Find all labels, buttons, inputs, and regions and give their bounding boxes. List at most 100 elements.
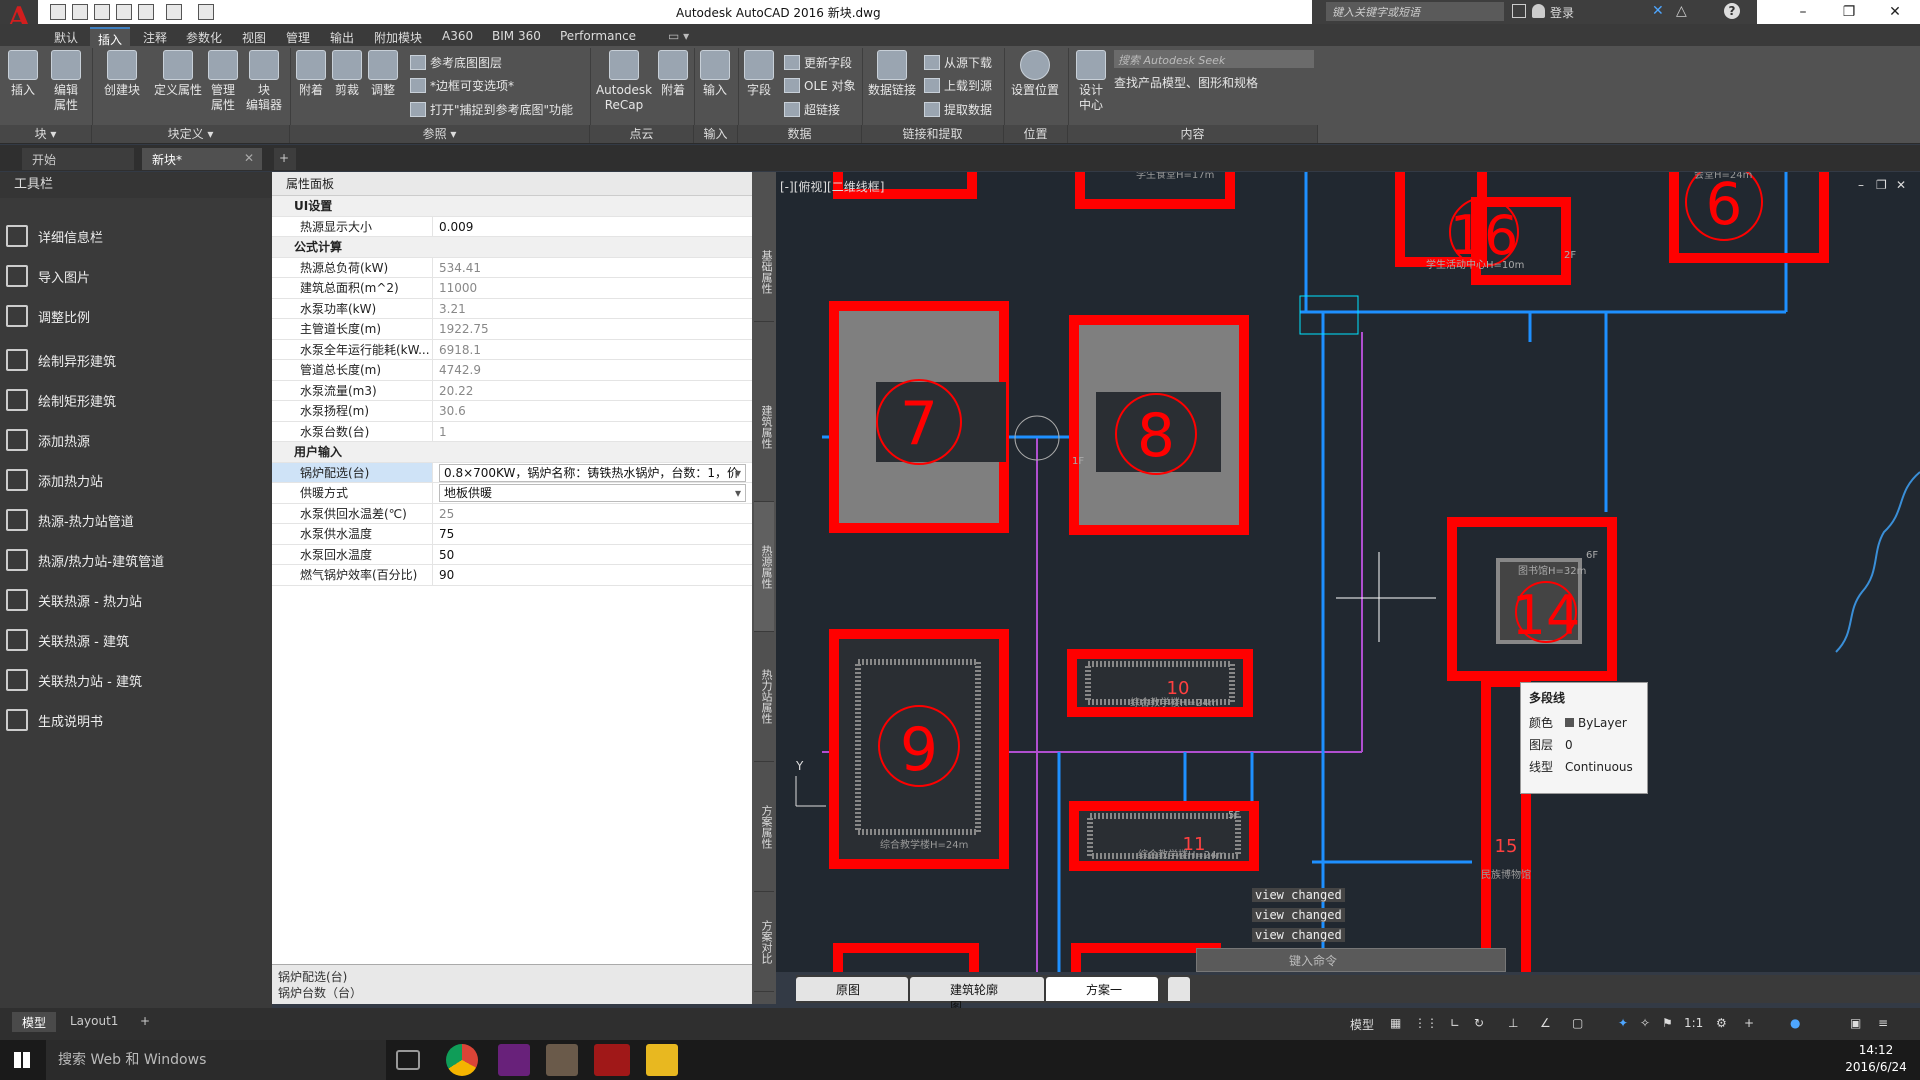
recap-button[interactable]: Autodesk ReCap bbox=[594, 50, 654, 113]
upload-source-button[interactable]: 上载到源 bbox=[924, 77, 992, 94]
tab-output[interactable]: 输出 bbox=[322, 27, 362, 46]
attach-pointcloud-button[interactable]: 附着 bbox=[656, 50, 690, 98]
data-link-button[interactable]: 数据链接 bbox=[866, 50, 918, 98]
autocad-taskbar-icon[interactable] bbox=[594, 1044, 630, 1076]
tool-add-heat-station[interactable]: 添加热力站 bbox=[0, 462, 270, 498]
underlay-layers-button[interactable]: 参考底图图层 bbox=[410, 54, 502, 71]
close-button[interactable]: ✕ bbox=[1872, 0, 1918, 24]
property-value[interactable]: 30.6 bbox=[432, 401, 752, 421]
snap-underlay-dropdown[interactable]: 打开"捕捉到参考底图"功能 bbox=[410, 101, 573, 118]
binoculars-icon[interactable] bbox=[1512, 4, 1526, 18]
property-row[interactable]: 水泵功率(kW) 3.21 bbox=[272, 298, 752, 319]
tab-layout1[interactable]: Layout1 bbox=[60, 1012, 128, 1032]
field-button[interactable]: 字段 bbox=[742, 50, 776, 98]
windows-start-icon[interactable] bbox=[14, 1052, 30, 1068]
taskbar-search-box[interactable]: 搜索 Web 和 Windows bbox=[46, 1040, 386, 1080]
redo-icon[interactable] bbox=[198, 4, 214, 20]
property-row[interactable]: 水泵流量(m3) 20.22 bbox=[272, 380, 752, 401]
command-line-input[interactable]: 键入命令 bbox=[1196, 948, 1506, 972]
customize-icon[interactable]: ≡ bbox=[1878, 1016, 1888, 1030]
property-value[interactable]: 11000 bbox=[432, 278, 752, 298]
property-row[interactable]: 管道总长度(m) 4742.9 bbox=[272, 360, 752, 381]
model-space-button[interactable]: 模型 bbox=[1350, 1016, 1374, 1033]
tool-source-station-pipe[interactable]: 热源-热力站管道 bbox=[0, 502, 270, 538]
property-row[interactable]: 水泵全年运行能耗(kW... 6918.1 bbox=[272, 339, 752, 360]
new-file-icon[interactable] bbox=[50, 4, 66, 20]
snap-icon[interactable]: ⋮⋮ bbox=[1414, 1016, 1438, 1030]
property-dropdown[interactable]: 0.8×700KW，锅炉名称：铸铁热水锅炉，台数：1，价 bbox=[432, 462, 752, 482]
side-tab-building[interactable]: 建筑属性 bbox=[754, 352, 774, 502]
auto-scale-icon[interactable]: ✧ bbox=[1640, 1016, 1650, 1030]
ribbon-options-icon[interactable]: ▭ ▾ bbox=[660, 27, 697, 46]
property-row[interactable]: 建筑总面积(m^2) 11000 bbox=[272, 278, 752, 299]
property-value[interactable]: 1922.75 bbox=[432, 319, 752, 339]
doc-tab-start[interactable]: 开始 bbox=[22, 148, 134, 170]
update-fields-button[interactable]: 更新字段 bbox=[784, 54, 852, 71]
annotation-scale-value[interactable]: 1:1 bbox=[1684, 1016, 1703, 1030]
property-category[interactable]: 公式计算 bbox=[272, 237, 752, 258]
property-dropdown-value[interactable]: 地板供暖 bbox=[439, 484, 746, 502]
side-tab-compare[interactable]: 方案对比 bbox=[754, 892, 774, 992]
tab-annotate[interactable]: 注释 bbox=[135, 27, 175, 46]
tab-manage[interactable]: 管理 bbox=[278, 27, 318, 46]
login-button[interactable]: 登录 bbox=[1550, 4, 1574, 21]
doc-tab-newblock[interactable]: 新块* ✕ bbox=[142, 148, 262, 170]
osnap-icon[interactable]: ⊥ bbox=[1508, 1016, 1518, 1030]
tab-bim360[interactable]: BIM 360 bbox=[484, 27, 549, 46]
layout-tab-scheme1[interactable]: 方案一 bbox=[1046, 977, 1158, 1001]
annotation-visibility-icon[interactable]: ✦ bbox=[1618, 1016, 1628, 1030]
add-layout-button[interactable]: + bbox=[130, 1012, 160, 1032]
edit-attribute-button[interactable]: 编辑 属性 bbox=[46, 50, 86, 113]
polar-icon[interactable]: ↻ bbox=[1474, 1016, 1484, 1030]
tool-draw-polygon-building[interactable]: 绘制异形建筑 bbox=[0, 342, 270, 378]
viewport-close-icon[interactable]: ✕ bbox=[1896, 178, 1906, 192]
property-value[interactable]: 90 bbox=[432, 565, 752, 585]
property-dropdown-value[interactable]: 0.8×700KW，锅炉名称：铸铁热水锅炉，台数：1，价 bbox=[439, 463, 746, 482]
property-row[interactable]: 水泵台数(台) 1 bbox=[272, 421, 752, 442]
viewport-minimize-icon[interactable]: – bbox=[1858, 178, 1864, 192]
tool-link-station-building[interactable]: 关联热力站 - 建筑 bbox=[0, 662, 270, 698]
workspace-gear-icon[interactable]: ⚙ bbox=[1716, 1016, 1727, 1030]
open-file-icon[interactable] bbox=[72, 4, 88, 20]
side-tab-heat-station[interactable]: 热力站属性 bbox=[754, 632, 774, 762]
new-tab-button[interactable]: + bbox=[274, 148, 296, 170]
property-value[interactable]: 50 bbox=[432, 544, 752, 564]
design-center-button[interactable]: 设计 中心 bbox=[1074, 50, 1108, 113]
lineweight-icon[interactable]: ▢ bbox=[1572, 1016, 1583, 1030]
keyword-search-input[interactable]: 键入关键字或短语 bbox=[1326, 2, 1504, 21]
otrack-icon[interactable]: ∠ bbox=[1540, 1016, 1551, 1030]
clip-button[interactable]: 剪裁 bbox=[332, 50, 362, 98]
chrome-icon[interactable] bbox=[446, 1044, 478, 1076]
tool-link-source-building[interactable]: 关联热源 - 建筑 bbox=[0, 622, 270, 658]
property-row[interactable]: 燃气锅炉效率(百分比) 90 bbox=[272, 565, 752, 586]
property-value[interactable]: 20.22 bbox=[432, 380, 752, 400]
tab-a360[interactable]: A360 bbox=[434, 27, 481, 46]
taskbar-clock[interactable]: 14:12 2016/6/24 bbox=[1836, 1042, 1916, 1076]
viewport-controls-label[interactable]: [-][俯视][二维线框] bbox=[780, 178, 884, 195]
block-editor-button[interactable]: 块 编辑器 bbox=[244, 50, 284, 113]
adjust-button[interactable]: 调整 bbox=[368, 50, 398, 98]
property-row[interactable]: 主管道长度(m) 1922.75 bbox=[272, 319, 752, 340]
frame-variable-dropdown[interactable]: *边框可变选项* bbox=[410, 77, 514, 94]
side-tab-heat-source[interactable]: 热源属性 bbox=[754, 502, 774, 632]
download-source-button[interactable]: 从源下载 bbox=[924, 54, 992, 71]
ole-object-button[interactable]: OLE 对象 bbox=[784, 77, 856, 94]
tool-source-building-pipe[interactable]: 热源/热力站-建筑管道 bbox=[0, 542, 270, 578]
tool-add-heat-source[interactable]: 添加热源 bbox=[0, 422, 270, 458]
set-location-button[interactable]: 设置位置 bbox=[1008, 50, 1062, 98]
property-row[interactable]: 水泵回水温度 50 bbox=[272, 544, 752, 565]
tool-link-source-station[interactable]: 关联热源 - 热力站 bbox=[0, 582, 270, 618]
add-icon[interactable]: + bbox=[1744, 1016, 1754, 1030]
property-category[interactable]: UI设置 bbox=[272, 196, 752, 217]
visual-studio-icon[interactable] bbox=[498, 1044, 530, 1076]
define-attribute-button[interactable]: 定义属性 bbox=[150, 50, 206, 98]
layout-tab-outline[interactable]: 建筑轮廓图 bbox=[910, 977, 1044, 1014]
property-row[interactable]: 水泵供水温度 75 bbox=[272, 524, 752, 545]
property-row[interactable]: 热源总负荷(kW) 534.41 bbox=[272, 257, 752, 278]
property-value[interactable]: 25 bbox=[432, 503, 752, 523]
property-category[interactable]: 用户输入 bbox=[272, 442, 752, 463]
help-icon[interactable]: ? bbox=[1724, 3, 1740, 19]
exchange-x-icon[interactable]: ✕ bbox=[1652, 3, 1664, 19]
tab-model[interactable]: 模型 bbox=[12, 1012, 57, 1032]
property-value[interactable]: 0.009 bbox=[432, 216, 752, 236]
